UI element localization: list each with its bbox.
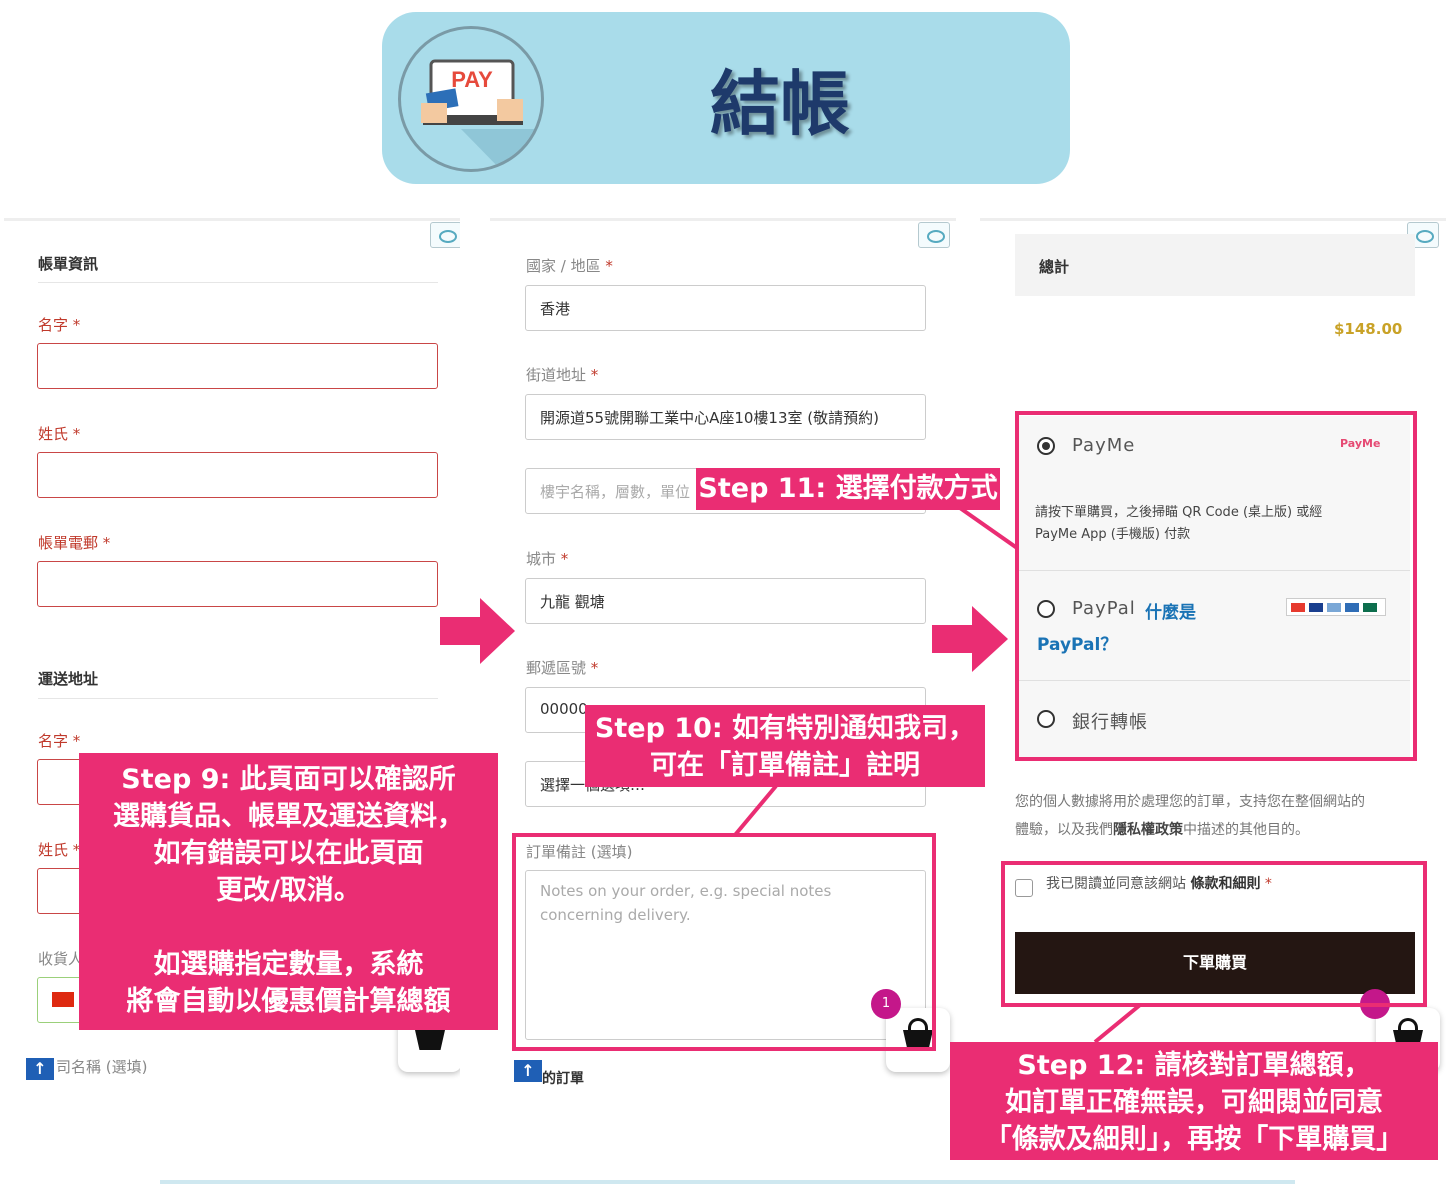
step10-connector — [733, 784, 778, 837]
arrow-right-icon — [440, 598, 515, 664]
step11-callout: Step 11: 選擇付款方式 — [696, 468, 1000, 510]
step12-callout: Step 12: 請核對訂單總額， 如訂單正確無誤，可細閱並同意 「條款及細則」… — [950, 1042, 1438, 1160]
payment-highlight-box — [1015, 411, 1417, 761]
bottom-divider — [160, 1180, 1295, 1184]
terms-highlight-box — [1001, 861, 1427, 1007]
step12-connector — [1093, 1003, 1142, 1044]
arrow-right-icon — [932, 606, 1008, 672]
step11-connector — [958, 506, 1019, 550]
notes-highlight-box — [512, 833, 936, 1051]
step9-callout: Step 9: 此頁面可以確認所 選購貨品、帳單及運送資料， 如有錯誤可以在此頁… — [79, 753, 498, 1030]
step10-callout: Step 10: 如有特別通知我司， 可在「訂單備註」註明 — [585, 705, 985, 787]
